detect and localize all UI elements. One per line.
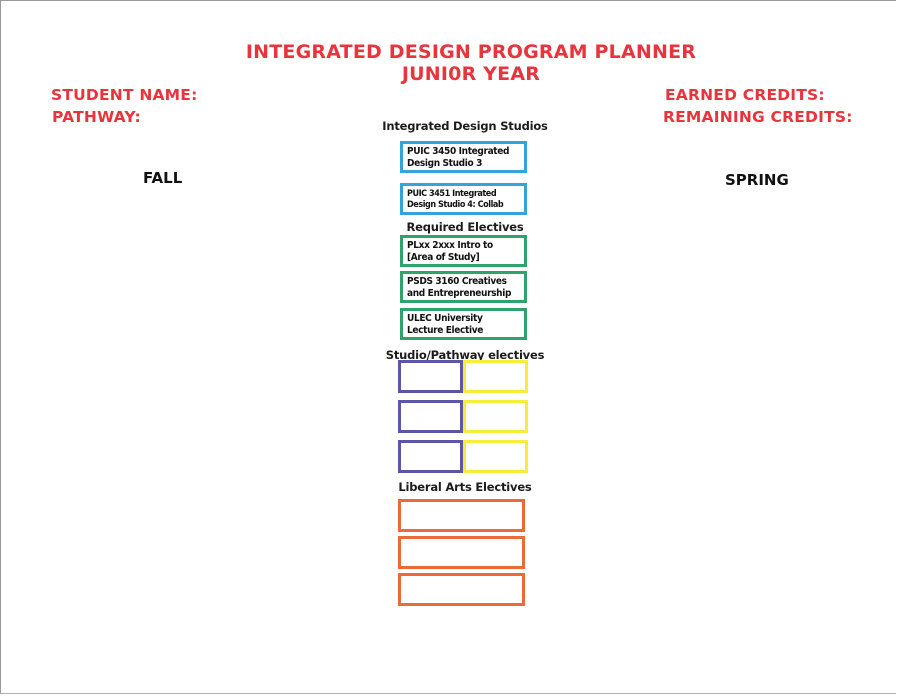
required-electives-heading: Required Electives: [406, 220, 524, 234]
pathway-label: PATHWAY:: [52, 108, 141, 126]
course-box-creatives-entrepreneurship[interactable]: PSDS 3160 Creatives and Entrepreneurship: [400, 271, 527, 303]
course-box-intro-area[interactable]: PLxx 2xxx Intro to [Area of Study]: [400, 235, 527, 267]
studio-elective-slot[interactable]: [398, 400, 463, 433]
planner-page: INTEGRATED DESIGN PROGRAM PLANNER JUNI0R…: [0, 0, 896, 694]
remaining-credits-label: REMAINING CREDITS:: [663, 108, 853, 126]
course-box-studio-4[interactable]: PUIC 3451 Integrated Design Studio 4: Co…: [400, 183, 527, 215]
page-subtitle: JUNI0R YEAR: [401, 63, 541, 85]
liberal-arts-elective-slot[interactable]: [398, 573, 525, 606]
studio-elective-slot[interactable]: [398, 440, 463, 473]
pathway-elective-slot[interactable]: [463, 400, 528, 433]
earned-credits-label: EARNED CREDITS:: [665, 86, 825, 104]
liberal-arts-heading: Liberal Arts Electives: [398, 480, 532, 494]
spring-term-label: SPRING: [725, 171, 789, 189]
studios-heading: Integrated Design Studios: [382, 119, 548, 133]
studio-elective-slot[interactable]: [398, 360, 463, 393]
page-title: INTEGRATED DESIGN PROGRAM PLANNER: [245, 41, 697, 63]
pathway-elective-slot[interactable]: [463, 360, 528, 393]
course-box-studio-3[interactable]: PUIC 3450 Integrated Design Studio 3: [400, 141, 527, 173]
course-box-university-lecture[interactable]: ULEC University Lecture Elective: [400, 308, 527, 340]
student-name-label: STUDENT NAME:: [51, 86, 198, 104]
liberal-arts-elective-slot[interactable]: [398, 499, 525, 532]
liberal-arts-elective-slot[interactable]: [398, 536, 525, 569]
pathway-elective-slot[interactable]: [463, 440, 528, 473]
fall-term-label: FALL: [143, 169, 183, 187]
